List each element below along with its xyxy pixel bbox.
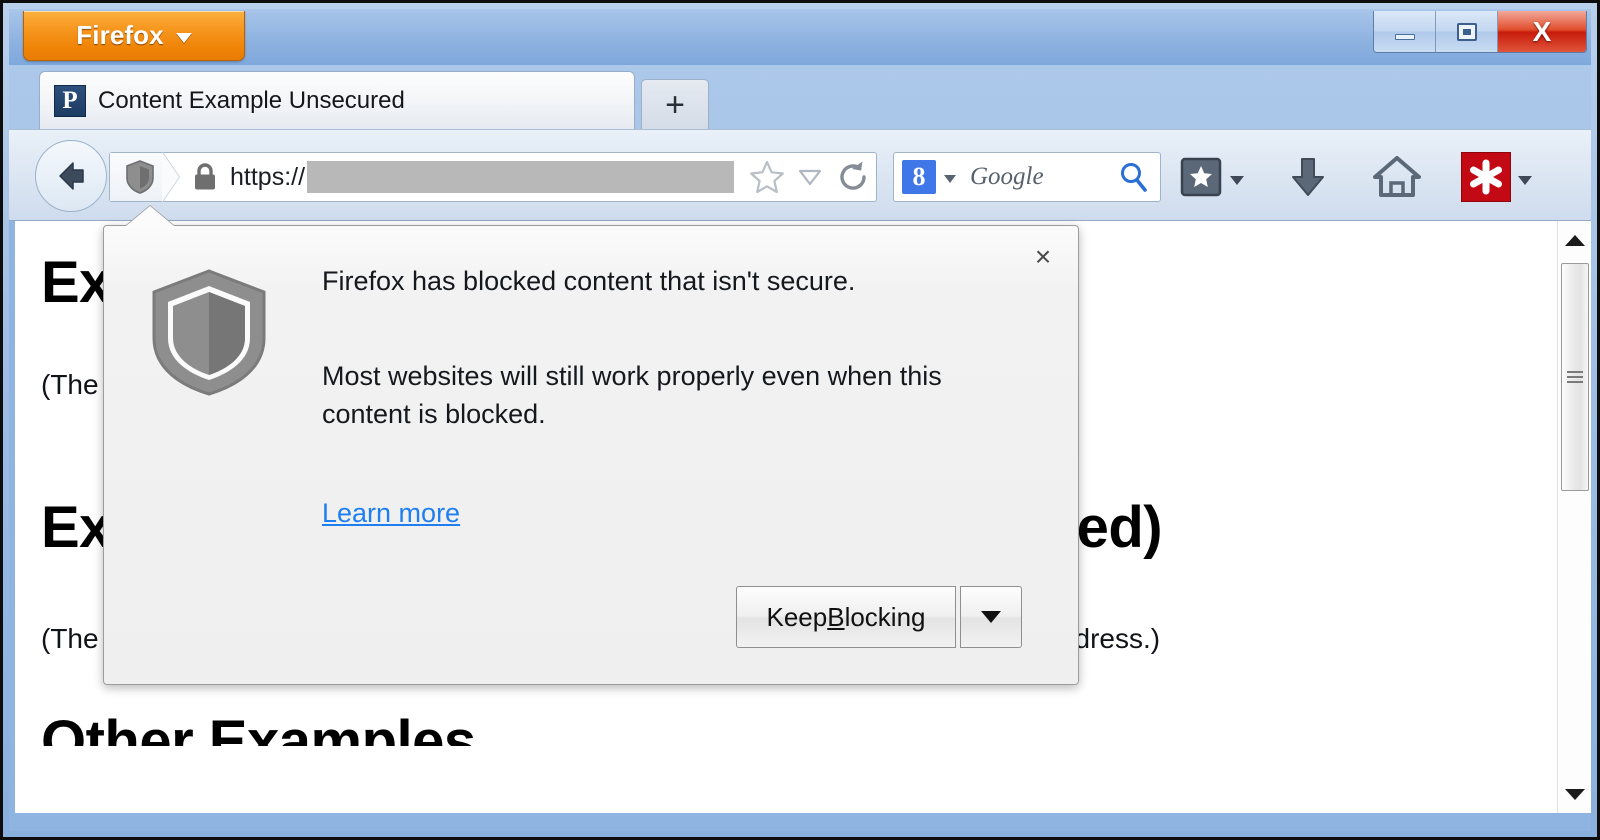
noscript-asterisk-icon <box>1461 152 1511 202</box>
new-tab-button[interactable]: + <box>641 79 709 129</box>
plus-icon: + <box>665 85 685 124</box>
keep-blocking-prefix: Keep <box>766 601 828 632</box>
minimize-button[interactable] <box>1374 11 1436 52</box>
history-dropdown-button[interactable] <box>790 153 830 201</box>
shield-icon <box>126 160 154 194</box>
triangle-down-icon <box>1565 788 1585 800</box>
keep-blocking-button[interactable]: Keep Blocking <box>736 586 956 648</box>
chevron-down-icon <box>1518 175 1532 185</box>
download-arrow-icon <box>1292 158 1324 196</box>
url-scheme-text: https:// <box>230 162 306 191</box>
tab-strip: P Content Example Unsecured + <box>9 65 1591 129</box>
site-identity-button[interactable] <box>110 153 162 201</box>
close-icon: X <box>1532 15 1552 47</box>
window-frame-inner: Firefox X P Content Example Unsecured + … <box>9 9 1591 831</box>
home-button[interactable] <box>1371 152 1423 202</box>
keep-blocking-suffix: locking <box>844 601 926 632</box>
home-icon <box>1373 156 1421 197</box>
downloads-button[interactable] <box>1284 152 1332 202</box>
bookmarks-star-box-icon <box>1180 157 1222 197</box>
reload-button[interactable] <box>830 153 876 201</box>
google-engine-icon[interactable]: 8 <box>902 160 936 194</box>
tab-content-example-unsecured[interactable]: P Content Example Unsecured <box>39 71 635 129</box>
popup-arrow <box>126 206 174 226</box>
padlock-icon <box>195 163 215 190</box>
search-input[interactable]: Google <box>970 163 1116 191</box>
url-bar[interactable]: https:// <box>109 152 877 202</box>
star-icon <box>750 160 784 194</box>
scroll-down-button[interactable] <box>1558 777 1591 811</box>
popup-primary-message: Firefox has blocked content that isn't s… <box>322 266 856 296</box>
popup-message-body: Firefox has blocked content that isn't s… <box>322 264 1018 434</box>
chevron-down-icon <box>798 169 822 186</box>
page-heading-3: Other Examples <box>41 711 476 746</box>
close-icon: × <box>1034 241 1052 272</box>
popup-button-group: Keep Blocking <box>736 586 1022 648</box>
chevron-down-icon <box>981 611 1001 623</box>
favicon: P <box>54 84 86 117</box>
shield-icon <box>152 269 266 396</box>
vertical-scrollbar[interactable] <box>1557 221 1591 813</box>
window-controls: X <box>1373 11 1587 53</box>
navigation-toolbar: https:// 8 Google <box>9 129 1591 221</box>
maximize-button[interactable] <box>1436 11 1498 52</box>
chevron-down-icon[interactable] <box>944 175 956 183</box>
keep-blocking-accesskey: B <box>827 601 845 632</box>
chevron-down-icon <box>1230 175 1244 185</box>
noscript-addon-button[interactable] <box>1461 152 1532 202</box>
minimize-icon <box>1394 33 1415 40</box>
magnifier-icon[interactable] <box>1116 159 1152 195</box>
popup-secondary-message: Most websites will still work properly e… <box>322 361 942 430</box>
tab-title: Content Example Unsecured <box>98 86 405 114</box>
url-input[interactable]: https:// <box>162 153 744 201</box>
browser-window: Firefox X P Content Example Unsecured + … <box>0 0 1600 840</box>
back-arrow-icon <box>59 162 84 190</box>
firefox-app-menu-label: Firefox <box>76 20 164 50</box>
scrollbar-thumb[interactable] <box>1561 263 1589 491</box>
close-popup-button[interactable]: × <box>1026 240 1060 274</box>
maximize-icon <box>1456 22 1477 41</box>
back-button[interactable] <box>35 140 107 212</box>
firefox-app-menu-button[interactable]: Firefox <box>23 11 245 61</box>
keep-blocking-dropdown-button[interactable] <box>960 586 1022 648</box>
bookmark-star-button[interactable] <box>744 153 790 201</box>
url-redacted-box <box>307 161 734 193</box>
bookmarks-menu-button[interactable] <box>1179 152 1244 202</box>
triangle-up-icon <box>1565 234 1585 246</box>
learn-more-link[interactable]: Learn more <box>322 498 460 529</box>
title-bar: Firefox X <box>9 9 1591 65</box>
scrollbar-grip <box>1567 371 1583 383</box>
reload-icon <box>840 161 866 190</box>
scroll-up-button[interactable] <box>1558 223 1591 257</box>
close-window-button[interactable]: X <box>1498 11 1586 52</box>
search-bar[interactable]: 8 Google <box>893 152 1161 202</box>
chevron-down-icon <box>175 32 192 43</box>
mixed-content-blocked-doorhanger: × Firefox has blocked content that isn't… <box>103 206 1079 685</box>
